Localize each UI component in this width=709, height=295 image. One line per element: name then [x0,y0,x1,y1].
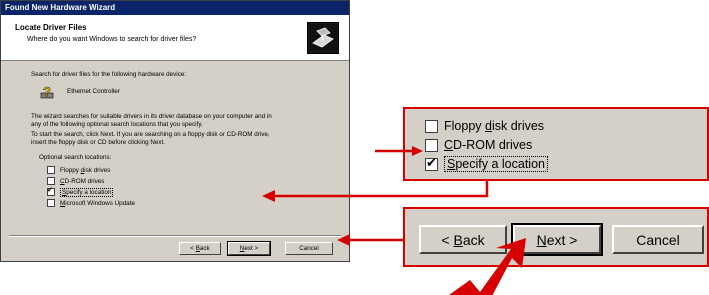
pointer-arrow-icon [449,238,526,295]
callout-arrows [262,146,526,295]
arrowhead-icon [337,234,350,246]
arrow-to-dialog-options [272,181,489,198]
arrowhead-icon [262,190,275,202]
arrowhead-icon [412,146,423,156]
